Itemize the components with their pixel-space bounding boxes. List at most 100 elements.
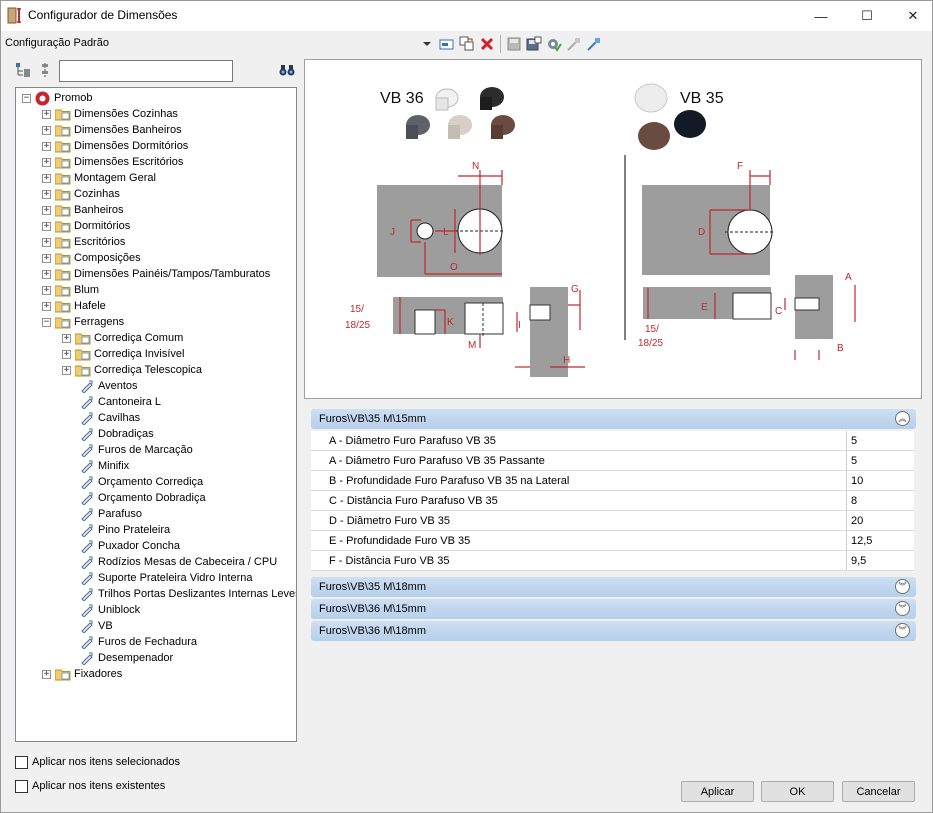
tree-item[interactable]: Trilhos Portas Deslizantes Internas Leve… xyxy=(80,586,296,602)
expand-toggle-icon[interactable]: + xyxy=(42,125,51,135)
expand-toggle-icon[interactable]: + xyxy=(42,301,51,311)
property-value-field[interactable]: 10 xyxy=(851,475,863,487)
tree-item[interactable]: Rodízios Mesas de Cabeceira / CPU xyxy=(80,554,277,570)
expand-toggle-icon[interactable]: + xyxy=(62,349,71,359)
expand-toggle-icon[interactable]: + xyxy=(62,333,71,343)
category-tree[interactable]: − Promob + Dimensões Cozinhas + Dimensões Ban… xyxy=(15,87,297,742)
tree-item[interactable]: Orçamento Corrediça xyxy=(80,474,203,490)
binoculars-search-icon[interactable] xyxy=(277,60,297,80)
dropdown-arrow-icon[interactable] xyxy=(417,34,437,54)
configuration-selector[interactable]: Configuração Padrão xyxy=(5,37,109,49)
property-value-field[interactable]: 20 xyxy=(851,515,863,527)
property-group-header[interactable]: Furos\VB\36 M\18mm ︾ xyxy=(311,621,916,641)
expand-toggle-icon[interactable]: + xyxy=(42,157,51,167)
property-value-field[interactable]: 9,5 xyxy=(851,555,866,567)
tree-item[interactable]: VB xyxy=(80,618,113,634)
property-value-field[interactable]: 8 xyxy=(851,495,857,507)
save-icon[interactable] xyxy=(504,34,524,54)
search-input[interactable] xyxy=(59,60,233,82)
chevron-up-icon[interactable]: ︽ xyxy=(895,411,910,426)
tree-expand-icon[interactable] xyxy=(13,60,33,80)
tree-item[interactable]: + Montagem Geral xyxy=(42,170,156,186)
property-row[interactable]: F - Distância Furo VB 35 9,5 xyxy=(311,551,914,571)
tree-item[interactable]: − Ferragens xyxy=(42,314,124,330)
tree-item[interactable]: + Corrediça Telescopica xyxy=(62,362,202,378)
tree-item[interactable]: Furos de Fechadura xyxy=(80,634,197,650)
export-icon[interactable] xyxy=(584,34,604,54)
expand-toggle-icon[interactable]: + xyxy=(42,253,51,263)
tree-item[interactable]: Desempenador xyxy=(80,650,173,666)
cancel-button[interactable]: Cancelar xyxy=(842,781,915,802)
tree-item[interactable]: + Dimensões Dormitórios xyxy=(42,138,188,154)
tree-item[interactable]: + Dimensões Painéis/Tampos/Tamburatos xyxy=(42,266,270,282)
collapse-toggle-icon[interactable]: − xyxy=(22,93,31,103)
tree-item[interactable]: Minifix xyxy=(80,458,129,474)
tree-item[interactable]: + Hafele xyxy=(42,298,106,314)
settings-check-icon[interactable] xyxy=(544,34,564,54)
expand-toggle-icon[interactable]: + xyxy=(42,285,51,295)
tree-item[interactable]: + Dormitórios xyxy=(42,218,130,234)
delete-config-icon[interactable] xyxy=(477,34,497,54)
expand-toggle-icon[interactable]: + xyxy=(42,109,51,119)
tree-item[interactable]: Orçamento Dobradiça xyxy=(80,490,206,506)
property-group-header[interactable]: Furos\VB\35 M\15mm ︽ xyxy=(311,409,916,429)
chevron-down-icon[interactable]: ︾ xyxy=(895,579,910,594)
tree-item[interactable]: Dobradiças xyxy=(80,426,154,442)
expand-toggle-icon[interactable]: + xyxy=(42,669,51,679)
tree-item[interactable]: + Composições xyxy=(42,250,141,266)
tree-item[interactable]: Suporte Prateleira Vidro Interna xyxy=(80,570,253,586)
tree-item[interactable]: Pino Prateleira xyxy=(80,522,170,538)
expand-toggle-icon[interactable]: + xyxy=(42,141,51,151)
tree-collapse-icon[interactable] xyxy=(35,60,55,80)
tree-item[interactable]: + Fixadores xyxy=(42,666,122,682)
tree-item[interactable]: Furos de Marcação xyxy=(80,442,193,458)
tree-item[interactable]: + Corrediça Invisível xyxy=(62,346,184,362)
tree-item[interactable]: + Cozinhas xyxy=(42,186,120,202)
ok-button[interactable]: OK xyxy=(761,781,834,802)
tree-item[interactable]: + Banheiros xyxy=(42,202,124,218)
property-row[interactable]: B - Profundidade Furo Parafuso VB 35 na … xyxy=(311,471,914,491)
tree-root[interactable]: − Promob xyxy=(22,90,93,106)
tree-item[interactable]: Cavilhas xyxy=(80,410,140,426)
property-row[interactable]: A - Diâmetro Furo Parafuso VB 35 Passant… xyxy=(311,451,914,471)
property-group-header[interactable]: Furos\VB\36 M\15mm ︾ xyxy=(311,599,916,619)
maximize-button[interactable]: ☐ xyxy=(844,1,890,31)
tree-item[interactable]: Parafuso xyxy=(80,506,142,522)
expand-toggle-icon[interactable]: + xyxy=(42,269,51,279)
expand-toggle-icon[interactable]: + xyxy=(42,189,51,199)
chevron-down-icon[interactable]: ︾ xyxy=(895,601,910,616)
tree-item[interactable]: Puxador Concha xyxy=(80,538,180,554)
property-row[interactable]: D - Diâmetro Furo VB 35 20 xyxy=(311,511,914,531)
save-as-icon[interactable] xyxy=(524,34,544,54)
expand-toggle-icon[interactable]: + xyxy=(42,205,51,215)
expand-toggle-icon[interactable]: + xyxy=(42,173,51,183)
property-row[interactable]: E - Profundidade Furo VB 35 12,5 xyxy=(311,531,914,551)
property-value-field[interactable]: 5 xyxy=(851,435,857,447)
copy-config-icon[interactable] xyxy=(457,34,477,54)
property-value-field[interactable]: 12,5 xyxy=(851,535,872,547)
tree-item[interactable]: + Blum xyxy=(42,282,99,298)
collapse-toggle-icon[interactable]: − xyxy=(42,317,51,327)
apply-existing-checkbox[interactable] xyxy=(15,780,28,793)
rename-config-icon[interactable] xyxy=(437,34,457,54)
tree-item[interactable]: + Dimensões Cozinhas xyxy=(42,106,178,122)
apply-button[interactable]: Aplicar xyxy=(681,781,754,802)
property-row[interactable]: A - Diâmetro Furo Parafuso VB 35 5 xyxy=(311,431,914,451)
tree-item[interactable]: + Escritórios xyxy=(42,234,125,250)
property-group-header[interactable]: Furos\VB\35 M\18mm ︾ xyxy=(311,577,916,597)
apply-selected-checkbox[interactable] xyxy=(15,756,28,769)
tree-item[interactable]: Uniblock xyxy=(80,602,140,618)
expand-toggle-icon[interactable]: + xyxy=(42,221,51,231)
minimize-button[interactable]: — xyxy=(798,1,844,31)
expand-toggle-icon[interactable]: + xyxy=(62,365,71,375)
chevron-down-icon[interactable]: ︾ xyxy=(895,623,910,638)
property-row[interactable]: C - Distância Furo Parafuso VB 35 8 xyxy=(311,491,914,511)
property-value-field[interactable]: 5 xyxy=(851,455,857,467)
import-icon[interactable] xyxy=(564,34,584,54)
tree-item[interactable]: + Dimensões Escritórios xyxy=(42,154,183,170)
close-button[interactable]: ✕ xyxy=(890,1,933,31)
tree-item[interactable]: + Corrediça Comum xyxy=(62,330,183,346)
expand-toggle-icon[interactable]: + xyxy=(42,237,51,247)
tree-item[interactable]: Aventos xyxy=(80,378,138,394)
tree-item[interactable]: + Dimensões Banheiros xyxy=(42,122,182,138)
